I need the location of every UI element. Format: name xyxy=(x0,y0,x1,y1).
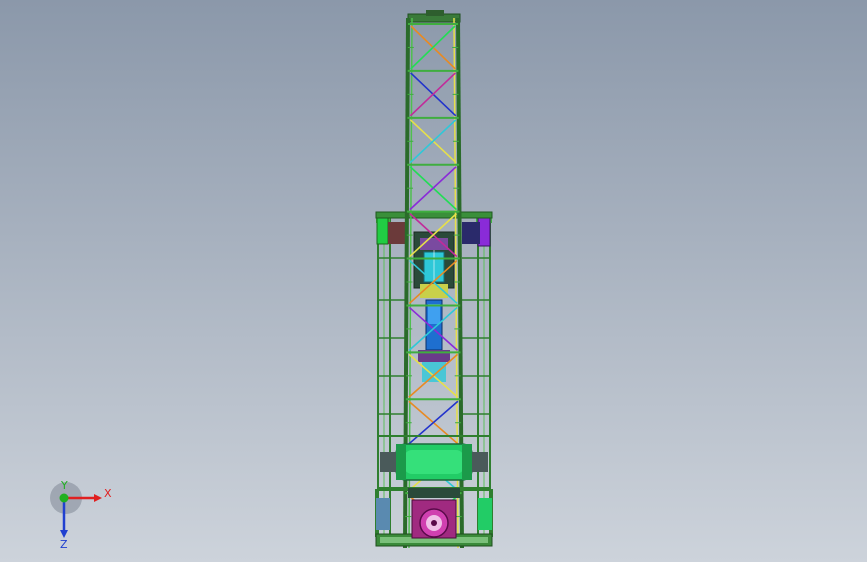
z-axis-label: Z xyxy=(60,538,68,550)
motor-pump xyxy=(411,499,457,539)
coordinate-triad: X Y Z xyxy=(50,480,112,550)
z-axis-arrowhead xyxy=(60,530,68,538)
x-axis-arrowhead xyxy=(94,494,102,502)
base-frame-left xyxy=(376,213,408,546)
x-axis-label: X xyxy=(104,487,112,500)
drill-head-assembly xyxy=(413,231,455,382)
base-frame-right xyxy=(462,213,492,546)
y-axis-label: Y xyxy=(60,480,68,492)
winch-drum xyxy=(377,435,491,489)
y-axis-dot xyxy=(59,493,69,503)
rig-model[interactable] xyxy=(0,0,867,562)
3d-viewport[interactable]: X Y Z xyxy=(0,0,867,562)
base-top-beam xyxy=(375,211,493,219)
